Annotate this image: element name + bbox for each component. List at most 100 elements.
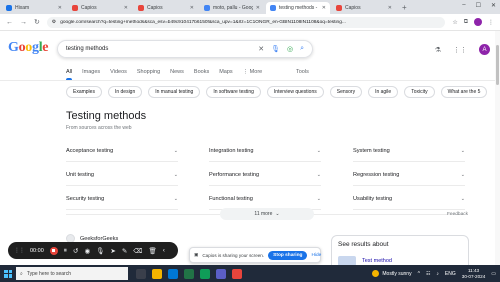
browser-tab[interactable]: Hixam ✕: [2, 2, 66, 14]
profile-avatar[interactable]: [474, 18, 482, 26]
menu-dots-icon[interactable]: ⋮: [488, 19, 494, 26]
search-icon[interactable]: ⌕: [300, 45, 304, 53]
refinement-chip[interactable]: In agile: [368, 86, 399, 98]
capios-icon[interactable]: [232, 268, 242, 279]
pause-icon[interactable]: ⏸: [64, 247, 67, 255]
network-icon[interactable]: ☷: [426, 271, 430, 277]
cursor-icon[interactable]: ➤: [110, 247, 115, 255]
clear-icon[interactable]: ✕: [258, 45, 264, 53]
microphone-icon[interactable]: 🎙: [96, 247, 104, 255]
browser-tab[interactable]: Capios ✕: [134, 2, 198, 14]
microphone-icon[interactable]: 🎙: [271, 45, 280, 53]
clock[interactable]: 11:43 30-07-2024: [462, 268, 486, 280]
file-explorer-icon[interactable]: [152, 268, 162, 279]
method-label: Functional testing: [209, 195, 253, 202]
tab-title: Capios: [147, 5, 163, 11]
pen-icon[interactable]: ✎: [122, 247, 127, 255]
tools-button[interactable]: Tools: [296, 69, 309, 75]
feedback-link[interactable]: Feedback: [447, 212, 468, 217]
tab-more[interactable]: ⋮ More: [243, 69, 263, 75]
url-field[interactable]: ⚙ google.com/search?q=testing+methods&sc…: [46, 16, 446, 28]
refinement-chip[interactable]: In manual testing: [148, 86, 201, 98]
weather-widget[interactable]: Mostly sunny: [372, 270, 412, 277]
extensions-icon[interactable]: ⧉: [464, 19, 468, 26]
search-box[interactable]: testing methods ✕ 🎙 ◎ ⌕: [57, 40, 313, 58]
maximize-icon[interactable]: ☐: [476, 2, 481, 9]
method-item[interactable]: Security testing ⌄: [66, 188, 178, 210]
refinement-chip[interactable]: What are the 5: [440, 86, 488, 98]
drag-handle-icon[interactable]: ⋮⋮: [14, 247, 25, 254]
tab-close-icon[interactable]: ✕: [256, 5, 260, 11]
collapse-icon[interactable]: ‹: [163, 247, 165, 254]
scrollbar-thumb[interactable]: [496, 45, 499, 85]
tab-close-icon[interactable]: ✕: [190, 5, 194, 11]
refinement-chip[interactable]: Sensory: [329, 86, 363, 98]
method-item[interactable]: Functional testing ⌄: [209, 188, 321, 210]
tab-close-icon[interactable]: ✕: [322, 5, 326, 11]
excel-icon[interactable]: [184, 268, 194, 279]
notifications-icon[interactable]: ▭: [491, 271, 496, 277]
tab-images[interactable]: Images: [82, 69, 100, 75]
method-item[interactable]: Usability testing ⌄: [353, 188, 465, 210]
tab-close-icon[interactable]: ✕: [124, 5, 128, 11]
refinement-chip[interactable]: In software testing: [206, 86, 261, 98]
refinement-chip[interactable]: In design: [107, 86, 143, 98]
tab-shopping[interactable]: Shopping: [137, 69, 160, 75]
tray-chevron-icon[interactable]: ^: [418, 271, 420, 277]
refinement-chip[interactable]: Toxicity: [404, 86, 435, 98]
tab-all[interactable]: All: [66, 69, 73, 80]
more-button[interactable]: 11 more ⌄: [220, 208, 314, 220]
camera-icon[interactable]: ◉: [84, 247, 90, 255]
browser-tab[interactable]: Capios ✕: [68, 2, 132, 14]
refinement-chip[interactable]: Examples: [66, 86, 102, 98]
windows-taskbar: ⌕ Type here to search Mostly sunny ^ ☷ ♪…: [0, 265, 500, 282]
apps-grid-icon[interactable]: ⋮⋮: [453, 46, 467, 54]
site-info-icon[interactable]: ⚙: [52, 20, 56, 25]
stop-recording-button[interactable]: [49, 246, 58, 255]
teams-icon[interactable]: [216, 268, 226, 279]
method-item[interactable]: Integration testing ⌄: [209, 140, 321, 162]
close-icon[interactable]: ✕: [491, 2, 496, 9]
restart-icon[interactable]: ↺: [73, 247, 78, 255]
chevron-down-icon: ⌄: [173, 171, 178, 178]
reload-icon[interactable]: ↻: [34, 18, 40, 26]
task-view-icon[interactable]: [136, 268, 146, 279]
method-item[interactable]: Regression testing ⌄: [353, 164, 465, 186]
lens-icon[interactable]: ◎: [287, 45, 293, 53]
search-query[interactable]: testing methods: [66, 46, 251, 52]
back-icon[interactable]: ←: [6, 19, 13, 26]
method-item[interactable]: Acceptance testing ⌄: [66, 140, 178, 162]
refinement-chip[interactable]: Interview questions: [266, 86, 324, 98]
tab-books[interactable]: Books: [194, 69, 209, 75]
volume-icon[interactable]: ♪: [436, 271, 439, 277]
search-icon: ⌕: [20, 270, 23, 277]
tab-videos[interactable]: Videos: [110, 69, 127, 75]
method-item[interactable]: System testing ⌄: [353, 140, 465, 162]
labs-flask-icon[interactable]: ⚗: [435, 46, 441, 54]
start-button[interactable]: [0, 265, 16, 282]
new-tab-button[interactable]: +: [402, 3, 407, 12]
chrome-icon[interactable]: [200, 268, 210, 279]
browser-tab[interactable]: Capios ✕: [332, 2, 396, 14]
delete-icon[interactable]: 🗑: [149, 247, 157, 255]
language-indicator[interactable]: ENG: [445, 271, 456, 277]
bookmark-star-icon[interactable]: ☆: [452, 19, 457, 26]
tab-close-icon[interactable]: ✕: [388, 5, 392, 11]
address-bar-row: ← → ↻ ⚙ google.com/search?q=testing+meth…: [0, 14, 500, 31]
edge-icon[interactable]: [168, 268, 178, 279]
minimize-icon[interactable]: –: [462, 2, 465, 9]
tab-news[interactable]: News: [170, 69, 184, 75]
browser-tab[interactable]: moto, pallu - Google Search✕: [200, 2, 264, 14]
method-item[interactable]: Unit testing ⌄: [66, 164, 178, 186]
account-avatar[interactable]: A: [479, 44, 490, 55]
eraser-icon[interactable]: ⌫: [133, 247, 142, 255]
tab-maps[interactable]: Maps: [219, 69, 232, 75]
tab-close-icon[interactable]: ✕: [58, 5, 62, 11]
stop-sharing-button[interactable]: Stop sharing: [268, 250, 308, 260]
google-logo[interactable]: Google: [8, 40, 49, 56]
taskbar-search[interactable]: ⌕ Type here to search: [16, 267, 128, 280]
forward-icon[interactable]: →: [20, 19, 27, 26]
hide-button[interactable]: Hide: [311, 253, 321, 258]
method-item[interactable]: Performance testing ⌄: [209, 164, 321, 186]
browser-tab[interactable]: testing methods - Google Se✕: [266, 2, 330, 14]
